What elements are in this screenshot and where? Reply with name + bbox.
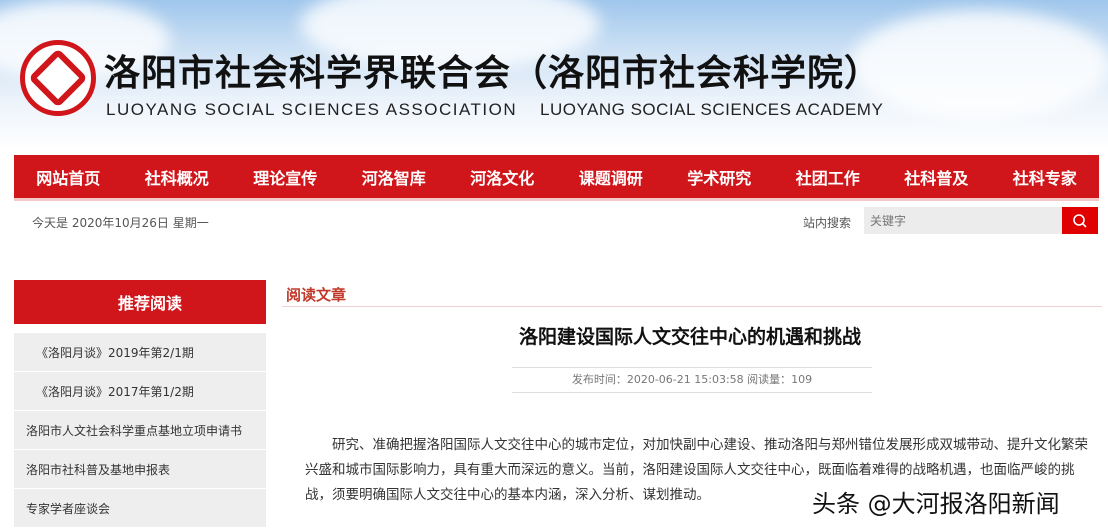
article-meta: 发布时间：2020-06-21 15:03:58 阅读量：109 — [512, 367, 872, 393]
site-title: 洛阳市社会科学界联合会（洛阳市社会科学院） — [104, 53, 882, 94]
nav-item[interactable]: 社科概况 — [145, 165, 209, 189]
nav-item[interactable]: 社科普及 — [904, 165, 968, 189]
section-label: 阅读文章 — [286, 286, 347, 304]
list-item[interactable]: 《洛阳月谈》2017年第1/2期 — [14, 372, 266, 410]
logo[interactable] — [20, 40, 96, 116]
search-label: 站内搜索 — [803, 216, 852, 230]
list-item[interactable]: 专家学者座谈会 — [14, 489, 266, 527]
nav-item[interactable]: 河洛智库 — [362, 165, 426, 189]
nav-item[interactable]: 社团工作 — [796, 165, 860, 189]
nav-item[interactable]: 课题调研 — [579, 165, 643, 189]
site-subtitle-association: LUOYANG SOCIAL SCIENCES ASSOCIATION — [106, 100, 518, 119]
nav-item[interactable]: 网站首页 — [36, 165, 100, 189]
search-icon — [1073, 213, 1087, 228]
search-input[interactable] — [864, 207, 1062, 234]
list-item[interactable]: 洛阳市人文社会科学重点基地立项申请书 — [14, 411, 266, 449]
sidebar-list: 《洛阳月谈》2019年第2/1期 《洛阳月谈》2017年第1/2期 洛阳市人文社… — [14, 333, 266, 528]
divider — [282, 306, 1102, 307]
site-subtitle-academy: LUOYANG SOCIAL SCIENCES ACADEMY — [540, 100, 884, 119]
current-date: 今天是 2020年10月26日 星期一 — [32, 216, 209, 230]
watermark: 头条 @大河报洛阳新闻 — [812, 490, 1060, 518]
nav-item[interactable]: 河洛文化 — [470, 165, 534, 189]
article-title: 洛阳建设国际人文交往中心的机遇和挑战 — [518, 326, 861, 348]
nav-item[interactable]: 理论宣传 — [253, 165, 317, 189]
main-nav: 网站首页 社科概况 理论宣传 河洛智库 河洛文化 课题调研 学术研究 社团工作 … — [14, 155, 1099, 201]
list-item[interactable]: 《洛阳月谈》2019年第2/1期 — [14, 333, 266, 371]
sidebar-title: 推荐阅读 — [14, 280, 266, 324]
list-item[interactable]: 洛阳市社科普及基地申报表 — [14, 450, 266, 488]
nav-item[interactable]: 学术研究 — [687, 165, 751, 189]
nav-item[interactable]: 社科专家 — [1013, 165, 1077, 189]
search-button[interactable] — [1062, 207, 1098, 234]
